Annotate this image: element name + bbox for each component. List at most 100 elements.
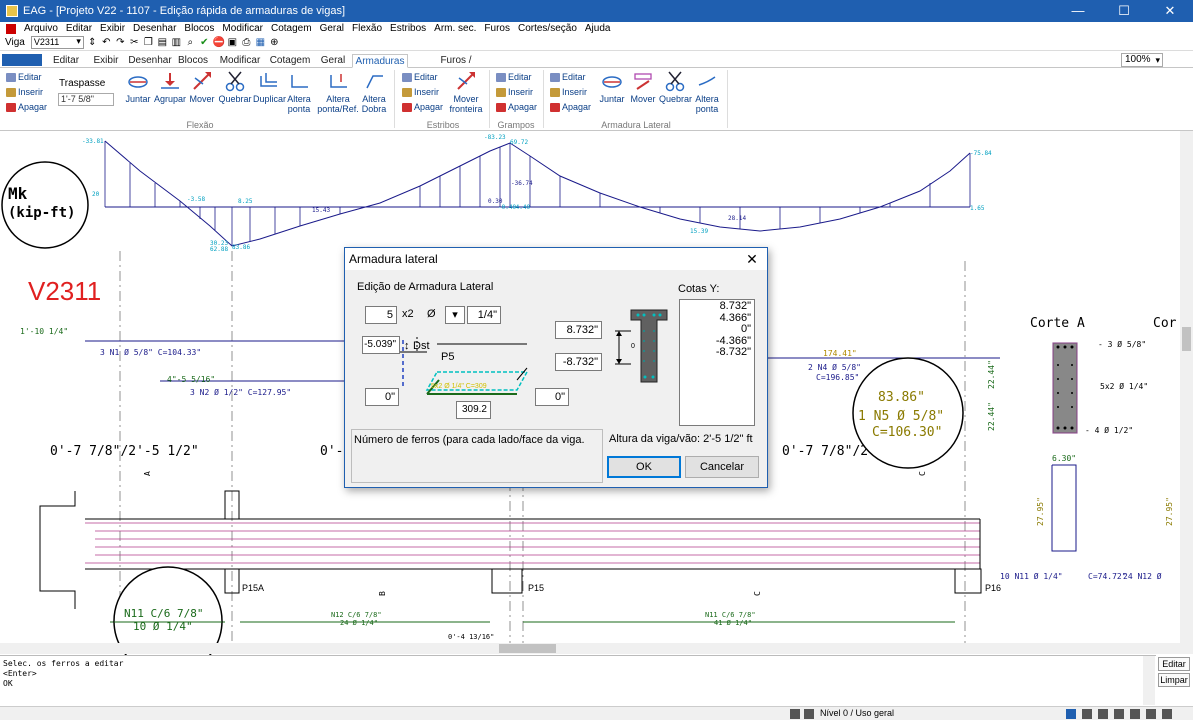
tab-editar[interactable]: Editar: [46, 54, 86, 68]
copy-icon[interactable]: ❐: [143, 37, 154, 48]
maximize-button[interactable]: ☐: [1101, 0, 1147, 22]
command-limpar-button[interactable]: Limpar: [1158, 673, 1190, 687]
mover-fronteira-button[interactable]: Mover fronteira: [446, 70, 486, 114]
tab-cotagem[interactable]: Cotagem: [266, 54, 314, 68]
menu-geral[interactable]: Geral: [316, 23, 348, 34]
grid-icon[interactable]: [790, 709, 800, 719]
grampos-inserir-button[interactable]: Inserir: [496, 86, 533, 98]
flexao-inserir-button[interactable]: Inserir: [6, 86, 43, 98]
cotas-list[interactable]: 8.732" 4.366" 0" -4.366" -8.732": [679, 299, 755, 426]
save-icon[interactable]: ▣: [227, 37, 238, 48]
undo-icon[interactable]: ↶: [101, 37, 112, 48]
close-button[interactable]: ✕: [1147, 0, 1193, 22]
menu-desenhar[interactable]: Desenhar: [129, 23, 180, 34]
cut-icon[interactable]: ✂: [129, 37, 140, 48]
bar-length-input[interactable]: 309.2: [456, 401, 491, 419]
list-item[interactable]: -8.732": [680, 346, 751, 359]
scrollbar-thumb[interactable]: [1182, 327, 1191, 351]
estribos-apagar-button[interactable]: Apagar: [402, 101, 443, 113]
preview-icon[interactable]: ▦: [255, 37, 266, 48]
menu-exibir[interactable]: Exibir: [96, 23, 129, 34]
tab-desenhar[interactable]: Desenhar: [126, 54, 174, 68]
tab-blocos[interactable]: Blocos: [174, 54, 212, 68]
tab-geral[interactable]: Geral: [314, 54, 352, 68]
quebrar-button[interactable]: Quebrar: [218, 70, 252, 104]
minimize-button[interactable]: —: [1055, 0, 1101, 22]
menu-editar[interactable]: Editar: [62, 23, 96, 34]
menu-furos[interactable]: Furos: [480, 23, 514, 34]
lateral-juntar-button[interactable]: Juntar: [598, 70, 626, 104]
horizontal-scrollbar[interactable]: [0, 643, 1180, 654]
command-scrollbar[interactable]: [1143, 656, 1155, 705]
right-end-input[interactable]: 0": [535, 388, 569, 406]
find-icon[interactable]: ⌕: [185, 37, 196, 48]
app-menu-button[interactable]: [2, 54, 42, 66]
print-icon[interactable]: ⎙: [241, 37, 252, 48]
osnap-icon[interactable]: [1114, 709, 1124, 719]
lateral-mover-button[interactable]: Mover: [629, 70, 657, 104]
grampos-editar-button[interactable]: Editar: [496, 71, 532, 83]
estribos-editar-button[interactable]: Editar: [402, 71, 438, 83]
stop-icon[interactable]: ⛔: [213, 37, 225, 48]
mover-button[interactable]: Mover: [188, 70, 216, 104]
ortho-icon[interactable]: [1082, 709, 1092, 719]
cancel-button[interactable]: Cancelar: [685, 456, 759, 478]
menu-modificar[interactable]: Modificar: [218, 23, 267, 34]
top-y-input[interactable]: 8.732": [555, 321, 602, 339]
flexao-apagar-button[interactable]: Apagar: [6, 101, 47, 113]
paste-icon[interactable]: ▤: [157, 37, 168, 48]
list-item[interactable]: 8.732": [680, 300, 751, 313]
tab-armaduras[interactable]: Armaduras: [352, 54, 408, 68]
left-offset-input[interactable]: -5.039": [362, 336, 400, 354]
duplicar-button[interactable]: Duplicar: [253, 70, 286, 104]
bar-count-input[interactable]: 5: [365, 306, 397, 324]
redo-icon[interactable]: ↷: [115, 37, 126, 48]
ok-button[interactable]: OK: [607, 456, 681, 478]
diameter-dropdown-button[interactable]: ▾: [445, 306, 465, 324]
juntar-button[interactable]: Juntar: [124, 70, 152, 104]
altera-ponta-button[interactable]: Altera ponta: [285, 70, 313, 114]
spin-icon[interactable]: ⇕: [87, 37, 98, 48]
layer-icon[interactable]: [1066, 709, 1076, 719]
menu-arm-sec[interactable]: Arm. sec.: [430, 23, 480, 34]
track-icon[interactable]: [1130, 709, 1140, 719]
command-line[interactable]: Selec. os ferros a editar <Enter> OK: [0, 655, 1156, 705]
zoom-select[interactable]: 100%: [1121, 53, 1163, 67]
menu-blocos[interactable]: Blocos: [180, 23, 218, 34]
altera-dobra-button[interactable]: Altera Dobra: [360, 70, 388, 114]
vertical-scrollbar[interactable]: [1180, 131, 1193, 654]
menu-estribos[interactable]: Estribos: [386, 23, 430, 34]
scrollbar-thumb[interactable]: [499, 644, 556, 653]
diameter-input[interactable]: 1/4": [467, 306, 501, 324]
altera-ponta-ref-button[interactable]: Altera ponta/Ref.: [317, 70, 359, 114]
snap-icon[interactable]: [804, 709, 814, 719]
lateral-altera-ponta-button[interactable]: Altera ponta: [693, 70, 721, 114]
estribos-inserir-button[interactable]: Inserir: [402, 86, 439, 98]
grampos-apagar-button[interactable]: Apagar: [496, 101, 537, 113]
agrupar-button[interactable]: Agrupar: [154, 70, 186, 104]
dialog-close-button[interactable]: ✕: [737, 251, 767, 268]
menu-ajuda[interactable]: Ajuda: [581, 23, 615, 34]
left-end-input[interactable]: 0": [365, 388, 399, 406]
tab-modificar[interactable]: Modificar: [214, 54, 266, 68]
menu-flexao[interactable]: Flexão: [348, 23, 386, 34]
list-item[interactable]: 0": [680, 323, 751, 336]
lineweight-icon[interactable]: [1146, 709, 1156, 719]
lateral-editar-button[interactable]: Editar: [550, 71, 586, 83]
lateral-quebrar-button[interactable]: Quebrar: [659, 70, 692, 104]
tab-furos-acabamentos[interactable]: Furos / acabamentos: [410, 54, 502, 80]
lateral-apagar-button[interactable]: Apagar: [550, 101, 591, 113]
bottom-y-input[interactable]: -8.732": [555, 353, 602, 371]
zoom-icon[interactable]: ⊕: [269, 37, 280, 48]
confirm-icon[interactable]: ✔: [199, 37, 210, 48]
traspasse-input[interactable]: 1'-7 5/8": [58, 93, 114, 106]
model-icon[interactable]: [1162, 709, 1172, 719]
flexao-editar-button[interactable]: Editar: [6, 71, 42, 83]
menu-cortes-secao[interactable]: Cortes/seção: [514, 23, 581, 34]
menu-cotagem[interactable]: Cotagem: [267, 23, 316, 34]
viga-select[interactable]: V2311: [30, 36, 84, 49]
tab-exibir[interactable]: Exibir: [86, 54, 126, 68]
menu-arquivo[interactable]: Arquivo: [20, 23, 62, 34]
paste-special-icon[interactable]: ▥: [171, 37, 182, 48]
command-editar-button[interactable]: Editar: [1158, 657, 1190, 671]
